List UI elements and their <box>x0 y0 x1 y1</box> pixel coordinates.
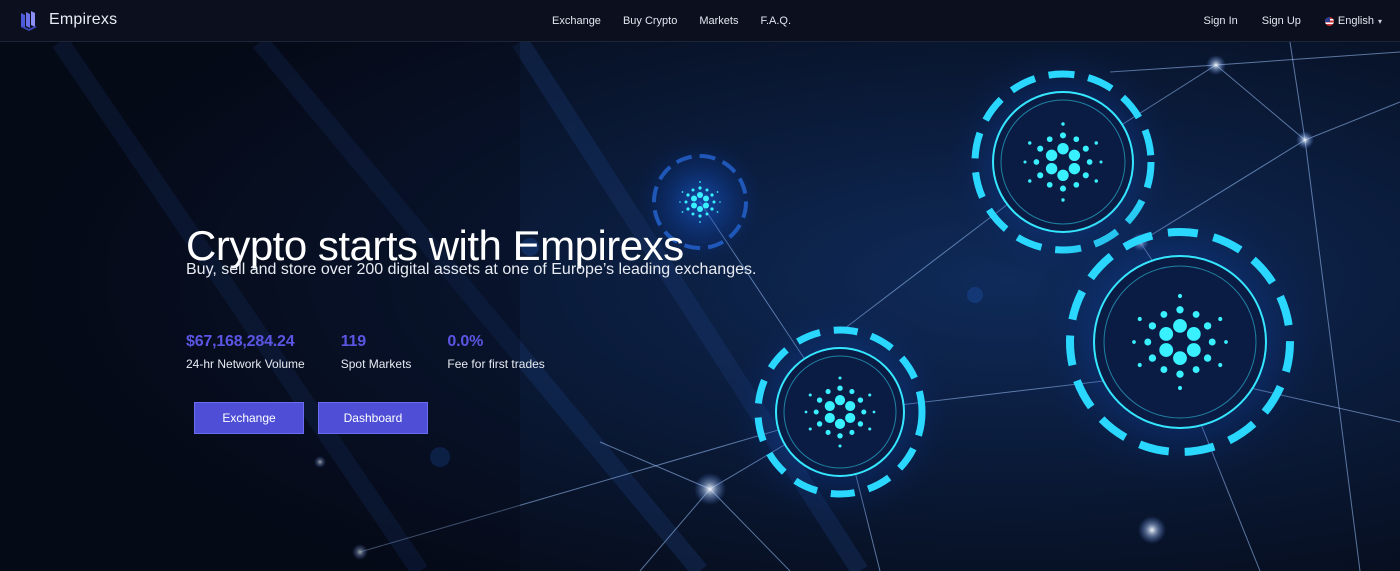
language-label: English <box>1337 15 1374 27</box>
us-flag-icon <box>1324 16 1334 26</box>
stat-value: 119 <box>340 333 366 350</box>
nav-markets[interactable]: Markets <box>699 15 738 27</box>
nav-buy-crypto[interactable]: Buy Crypto <box>623 15 677 27</box>
stat-spot-markets: 119 Spot Markets <box>341 333 412 371</box>
stat-value: 0.0% <box>447 333 484 350</box>
stat-fee: 0.0% Fee for first trades <box>447 333 544 371</box>
stat-label: Spot Markets <box>340 357 412 371</box>
brand-name: Empirexs <box>49 11 118 28</box>
account-nav: Sign In Sign Up English ▾ <box>1204 0 1382 42</box>
stat-value: $67,168,284.24 <box>186 333 295 350</box>
stat-label: Fee for first trades <box>447 357 545 371</box>
stats-row: $67,168,284.24 24-hr Network Volume 119 … <box>186 333 581 371</box>
stat-network-volume: $67,168,284.24 24-hr Network Volume <box>186 333 305 371</box>
stat-label: 24-hr Network Volume <box>186 357 305 371</box>
hero-actions: Exchange Dashboard <box>194 402 428 434</box>
nav-faq[interactable]: F.A.Q. <box>760 15 791 27</box>
nav-exchange[interactable]: Exchange <box>552 15 601 27</box>
hero-background-illustration <box>0 42 1400 571</box>
dashboard-button[interactable]: Dashboard <box>318 402 428 434</box>
language-selector[interactable]: English ▾ <box>1324 15 1382 27</box>
brand-logo[interactable]: Empirexs <box>18 9 117 31</box>
hero-subtitle: Buy, sell and store over 200 digital ass… <box>186 261 757 278</box>
top-navbar: Empirexs Exchange Buy Crypto Markets F.A… <box>0 0 1400 42</box>
sign-up-link[interactable]: Sign Up <box>1262 15 1301 27</box>
main-nav: Exchange Buy Crypto Markets F.A.Q. <box>552 0 791 42</box>
brand-logo-icon <box>21 11 37 31</box>
exchange-button[interactable]: Exchange <box>194 402 304 434</box>
sign-in-link[interactable]: Sign In <box>1204 15 1238 27</box>
chevron-down-icon: ▾ <box>1377 16 1382 26</box>
